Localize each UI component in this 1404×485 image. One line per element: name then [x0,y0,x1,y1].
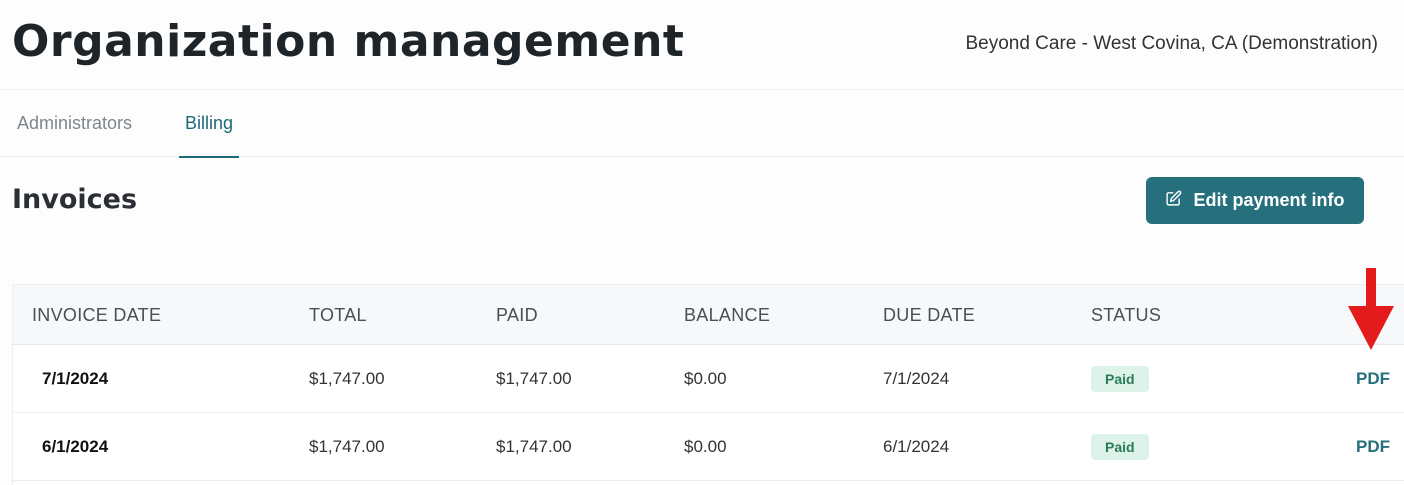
balance-cell: $0.00 [684,369,727,388]
organization-name: Beyond Care - West Covina, CA (Demonstra… [965,33,1378,54]
tab-billing[interactable]: Billing [179,90,239,158]
table-header: INVOICE DATE TOTAL PAID BALANCE DUE DATE… [13,284,1404,345]
column-header-due-date: DUE DATE [883,305,976,325]
paid-cell: $1,747.00 [496,437,572,456]
page-header: Organization management Beyond Care - We… [0,0,1404,90]
status-badge: Paid [1091,366,1149,392]
edit-payment-info-label: Edit payment info [1193,190,1345,210]
table-row: 6/1/2024 $1,747.00 $1,747.00 $0.00 6/1/2… [13,413,1404,481]
total-cell: $1,747.00 [309,369,385,388]
invoices-table: INVOICE DATE TOTAL PAID BALANCE DUE DATE… [12,284,1404,485]
due-date-cell: 7/1/2024 [883,369,950,388]
pdf-download-link[interactable]: PDF [1356,345,1390,413]
column-header-invoice-date: INVOICE DATE [32,305,162,325]
balance-cell: $0.00 [684,437,727,456]
column-header-status: STATUS [1091,305,1162,325]
page: Organization management Beyond Care - We… [0,0,1404,485]
invoices-heading: Invoices [12,184,138,215]
page-title: Organization management [12,16,685,67]
red-down-arrow-icon [1348,268,1394,350]
column-header-total: TOTAL [309,305,367,325]
tab-administrators[interactable]: Administrators [17,90,132,157]
pdf-download-link[interactable]: PDF [1356,413,1390,481]
edit-payment-info-button[interactable]: Edit payment info [1146,177,1364,224]
total-cell: $1,747.00 [309,437,385,456]
edit-icon [1165,190,1182,212]
column-header-paid: PAID [496,305,538,325]
due-date-cell: 6/1/2024 [883,437,950,456]
column-header-balance: BALANCE [684,305,771,325]
status-badge: Paid [1091,434,1149,460]
table-row: 7/1/2024 $1,747.00 $1,747.00 $0.00 7/1/2… [13,345,1404,413]
paid-cell: $1,747.00 [496,369,572,388]
tab-bar: Administrators Billing [0,90,1404,158]
invoice-date-cell: 7/1/2024 [42,369,109,388]
invoice-date-cell: 6/1/2024 [42,437,109,456]
